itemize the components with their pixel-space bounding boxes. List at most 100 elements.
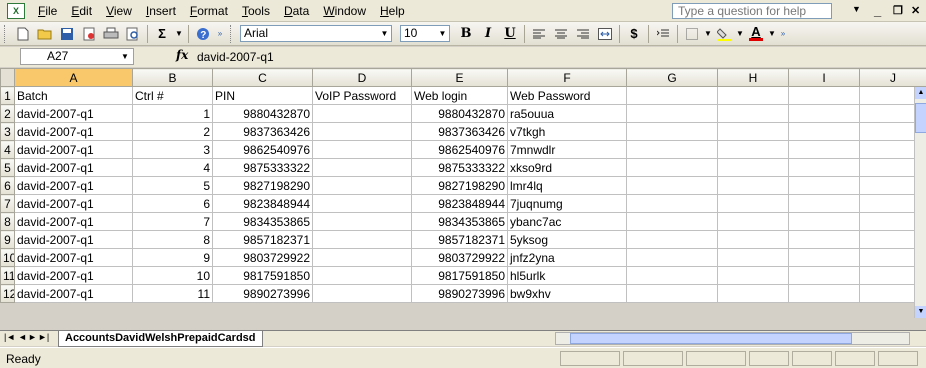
menu-edit[interactable]: Edit (64, 1, 99, 21)
sheet-tab[interactable]: AccountsDavidWelshPrepaidCardsd (58, 331, 263, 347)
cell-b11[interactable]: 10 (132, 266, 213, 285)
column-header-d[interactable]: D (312, 68, 412, 87)
cell-c10[interactable]: 9803729922 (212, 248, 313, 267)
column-header-h[interactable]: H (717, 68, 789, 87)
cell-d4[interactable] (312, 140, 412, 159)
cell-g3[interactable] (626, 122, 718, 141)
row-header[interactable]: 4 (0, 140, 15, 159)
cell-d7[interactable] (312, 194, 412, 213)
toolbar-options-chevron-icon[interactable]: » (778, 24, 788, 44)
row-header[interactable]: 3 (0, 122, 15, 141)
cell-h7[interactable] (717, 194, 789, 213)
scroll-down-icon[interactable]: ▼ (915, 306, 926, 318)
cell-i10[interactable] (788, 248, 860, 267)
name-box-dropdown-icon[interactable]: ▼ (121, 49, 129, 64)
cell-g11[interactable] (626, 266, 718, 285)
print-icon[interactable] (101, 24, 121, 44)
align-left-icon[interactable] (529, 24, 549, 44)
cell-i4[interactable] (788, 140, 860, 159)
permission-icon[interactable] (79, 24, 99, 44)
cell-h12[interactable] (717, 284, 789, 303)
cell-g12[interactable] (626, 284, 718, 303)
row-header[interactable]: 7 (0, 194, 15, 213)
cell-d5[interactable] (312, 158, 412, 177)
cell-e12[interactable]: 9890273996 (411, 284, 508, 303)
autosum-dropdown-icon[interactable]: ▼ (174, 24, 184, 44)
column-header-b[interactable]: B (132, 68, 213, 87)
italic-button[interactable]: I (478, 24, 498, 44)
cell-f12[interactable]: bw9xhv (507, 284, 627, 303)
cell-f5[interactable]: xkso9rd (507, 158, 627, 177)
cell-b2[interactable]: 1 (132, 104, 213, 123)
close-button[interactable]: ✕ (911, 4, 920, 17)
vertical-scrollbar[interactable]: ▲ ▼ (914, 87, 926, 318)
fill-color-dropdown-icon[interactable]: ▼ (736, 24, 744, 44)
cell-c12[interactable]: 9890273996 (212, 284, 313, 303)
cell-c5[interactable]: 9875333322 (212, 158, 313, 177)
cell-e1[interactable]: Web login (411, 86, 508, 105)
cell-i1[interactable] (788, 86, 860, 105)
font-size-select[interactable]: 10 ▼ (400, 25, 450, 42)
horizontal-scroll-thumb[interactable] (570, 333, 852, 344)
row-header[interactable]: 11 (0, 266, 15, 285)
row-header[interactable]: 1 (0, 86, 15, 105)
cell-i11[interactable] (788, 266, 860, 285)
name-box[interactable]: A27 ▼ (20, 48, 134, 65)
increase-indent-icon[interactable] (653, 24, 673, 44)
cell-g1[interactable] (626, 86, 718, 105)
menu-tools[interactable]: Tools (235, 1, 277, 21)
cell-b12[interactable]: 11 (132, 284, 213, 303)
cell-e7[interactable]: 9823848944 (411, 194, 508, 213)
column-header-e[interactable]: E (411, 68, 508, 87)
cell-h4[interactable] (717, 140, 789, 159)
font-color-button[interactable]: A (746, 24, 766, 44)
cell-b7[interactable]: 6 (132, 194, 213, 213)
align-center-icon[interactable] (551, 24, 571, 44)
cell-e11[interactable]: 9817591850 (411, 266, 508, 285)
cell-g8[interactable] (626, 212, 718, 231)
cell-a1[interactable]: Batch (14, 86, 133, 105)
cell-h5[interactable] (717, 158, 789, 177)
autosum-button[interactable]: Σ (152, 24, 172, 44)
row-header[interactable]: 8 (0, 212, 15, 231)
cell-c1[interactable]: PIN (212, 86, 313, 105)
cell-d12[interactable] (312, 284, 412, 303)
borders-icon[interactable] (682, 24, 702, 44)
vertical-scroll-thumb[interactable] (915, 103, 926, 133)
cell-e4[interactable]: 9862540976 (411, 140, 508, 159)
cell-b3[interactable]: 2 (132, 122, 213, 141)
size-dropdown-icon[interactable]: ▼ (436, 26, 449, 41)
restore-button[interactable]: ❐ (893, 4, 903, 17)
cell-i9[interactable] (788, 230, 860, 249)
cell-c7[interactable]: 9823848944 (212, 194, 313, 213)
menu-file[interactable]: File (31, 1, 64, 21)
cell-a10[interactable]: david-2007-q1 (14, 248, 133, 267)
cell-i7[interactable] (788, 194, 860, 213)
cell-f7[interactable]: 7juqnumg (507, 194, 627, 213)
row-header[interactable]: 12 (0, 284, 15, 303)
cell-g5[interactable] (626, 158, 718, 177)
cell-b6[interactable]: 5 (132, 176, 213, 195)
font-color-dropdown-icon[interactable]: ▼ (768, 24, 776, 44)
menu-data[interactable]: Data (277, 1, 316, 21)
column-header-f[interactable]: F (507, 68, 627, 87)
insert-function-icon[interactable]: fx (176, 48, 188, 62)
cell-a3[interactable]: david-2007-q1 (14, 122, 133, 141)
cell-e5[interactable]: 9875333322 (411, 158, 508, 177)
cell-a11[interactable]: david-2007-q1 (14, 266, 133, 285)
cell-c6[interactable]: 9827198290 (212, 176, 313, 195)
cell-a12[interactable]: david-2007-q1 (14, 284, 133, 303)
cell-b9[interactable]: 8 (132, 230, 213, 249)
cell-c11[interactable]: 9817591850 (212, 266, 313, 285)
save-icon[interactable] (57, 24, 77, 44)
scroll-up-icon[interactable]: ▲ (915, 87, 926, 99)
bold-button[interactable]: B (456, 24, 476, 44)
menu-window[interactable]: Window (316, 1, 373, 21)
cell-h8[interactable] (717, 212, 789, 231)
cell-e2[interactable]: 9880432870 (411, 104, 508, 123)
cell-e3[interactable]: 9837363426 (411, 122, 508, 141)
cell-b10[interactable]: 9 (132, 248, 213, 267)
cell-i2[interactable] (788, 104, 860, 123)
cell-d2[interactable] (312, 104, 412, 123)
cell-f11[interactable]: hl5urlk (507, 266, 627, 285)
